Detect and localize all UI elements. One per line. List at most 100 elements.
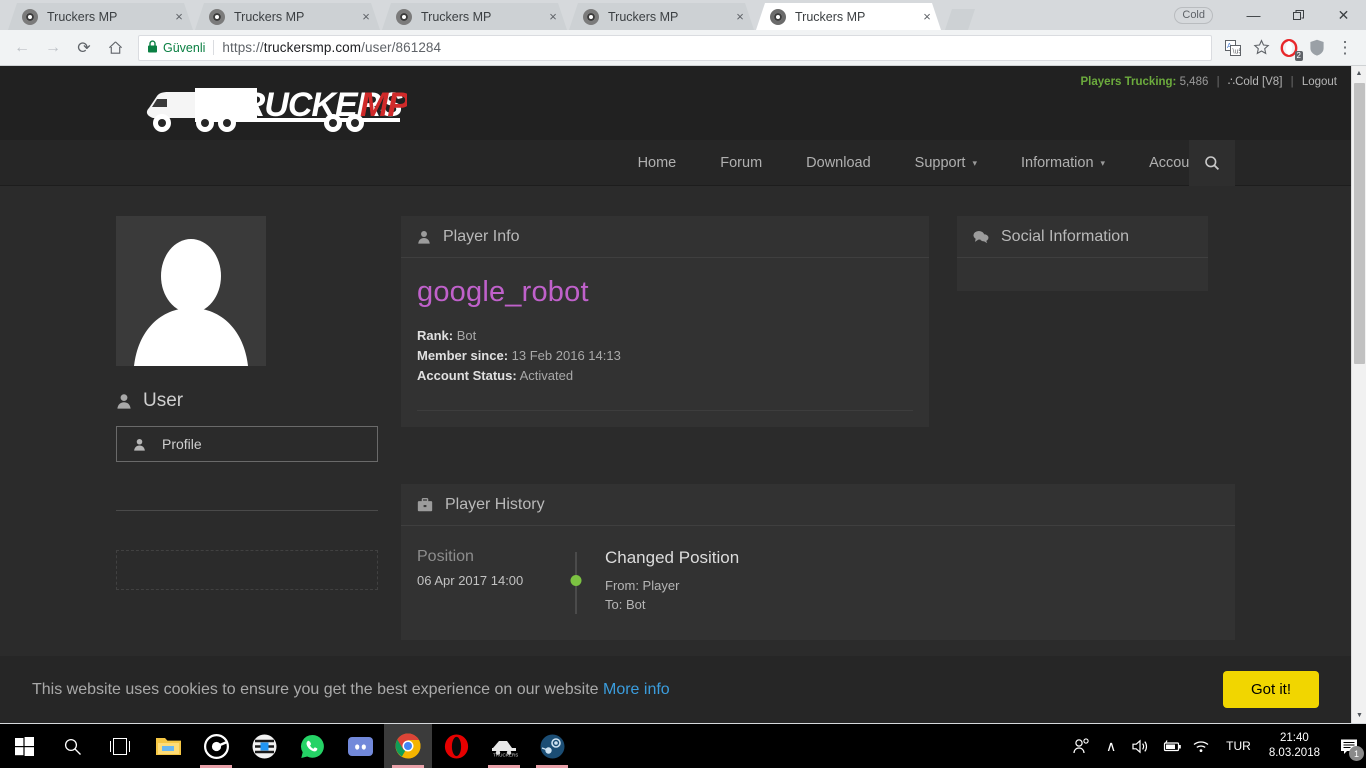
history-entry: Position 06 Apr 2017 14:00 Changed Posit… — [401, 542, 1235, 640]
action-center-button[interactable]: 1 — [1332, 724, 1366, 768]
nav-item-forum[interactable]: Forum — [698, 140, 784, 186]
user-icon — [134, 438, 145, 451]
user-icon — [117, 394, 131, 409]
browser-tab-5-active[interactable]: Truckers MP × — [756, 3, 941, 30]
comment-icon — [973, 230, 989, 243]
nav-item-home[interactable]: Home — [616, 140, 699, 186]
volume-icon[interactable] — [1126, 724, 1156, 768]
chrome-taskbar-button[interactable] — [384, 724, 432, 768]
svg-text:TRUCKERSMP: TRUCKERSMP — [493, 753, 518, 758]
scrollbar-up-arrow[interactable]: ▲ — [1352, 66, 1366, 81]
battery-icon[interactable] — [1156, 724, 1186, 768]
folder-icon — [155, 738, 181, 755]
current-user-link[interactable]: ∴Cold [V8] — [1228, 76, 1283, 88]
nav-item-information[interactable]: Information ▾ — [999, 140, 1127, 186]
lock-icon — [147, 39, 158, 56]
profile-main: Player Info google_robot Rank: Bot Membe… — [401, 216, 1235, 723]
task-view-button[interactable] — [96, 724, 144, 768]
player-history-card: Player History Position 06 Apr 2017 14:0… — [401, 484, 1235, 640]
tab-favicon — [770, 9, 786, 25]
forward-button[interactable]: → — [39, 34, 67, 62]
browser-profile-chip[interactable]: Cold — [1174, 6, 1213, 24]
browser-tab-2[interactable]: Truckers MP × — [195, 3, 380, 30]
bookmark-star-icon[interactable] — [1248, 35, 1274, 61]
truck-icon: TRUCKERSMP — [492, 741, 518, 758]
player-field-member-since: Member since: 13 Feb 2016 14:13 — [417, 346, 913, 366]
tab-close-icon[interactable]: × — [358, 9, 374, 25]
taskbar-search-button[interactable] — [48, 724, 96, 768]
clock[interactable]: 21:40 8.03.2018 — [1261, 731, 1332, 761]
browser-tab-3[interactable]: Truckers MP × — [382, 3, 567, 30]
utility-separator-2: | — [1290, 76, 1294, 88]
scrollbar-down-arrow[interactable]: ▼ — [1352, 708, 1366, 723]
field-label: Member since: — [417, 348, 509, 363]
window-minimize-button[interactable]: — — [1231, 0, 1276, 30]
back-button[interactable]: ← — [8, 34, 36, 62]
chevron-down-icon: ▾ — [1100, 157, 1106, 168]
tab-title: Truckers MP — [421, 9, 492, 24]
cookie-consent-banner: This website uses cookies to ensure you … — [0, 656, 1351, 723]
browser-tab-1[interactable]: Truckers MP × — [8, 3, 193, 30]
social-info-column: Social Information — [957, 216, 1208, 313]
whatsapp-button[interactable] — [288, 724, 336, 768]
grid-app-button[interactable] — [240, 724, 288, 768]
people-icon[interactable] — [1066, 724, 1096, 768]
cookie-more-info-link[interactable]: More info — [603, 681, 670, 698]
task-view-icon — [110, 737, 130, 755]
window-maximize-button[interactable] — [1276, 0, 1321, 30]
shield-extension-icon[interactable] — [1304, 35, 1330, 61]
window-close-button[interactable]: ✕ — [1321, 0, 1366, 30]
address-bar[interactable]: Güvenli https://truckersmp.com/user/8612… — [138, 34, 1212, 61]
tab-close-icon[interactable]: × — [171, 9, 187, 25]
top-cards-row: Player Info google_robot Rank: Bot Membe… — [401, 216, 1235, 449]
page-scrollbar[interactable]: ▲ ▼ — [1351, 66, 1366, 723]
player-history-card-header: Player History — [401, 484, 1235, 526]
history-entry-type: Position — [417, 548, 474, 565]
steam-taskbar-button[interactable] — [528, 724, 576, 768]
discord-icon — [347, 736, 373, 756]
keyboard-language-indicator[interactable]: TUR — [1216, 739, 1261, 753]
chrome-menu-button[interactable]: ⋮ — [1332, 35, 1358, 61]
logout-link[interactable]: Logout — [1302, 76, 1337, 88]
home-button[interactable] — [101, 34, 129, 62]
opera-extension-icon[interactable]: 2 — [1276, 35, 1303, 61]
social-information-card-body — [957, 258, 1208, 291]
file-explorer-button[interactable] — [144, 724, 192, 768]
scrollbar-thumb[interactable] — [1354, 83, 1365, 364]
start-button[interactable] — [0, 724, 48, 768]
history-entry-meta: Position 06 Apr 2017 14:00 — [417, 548, 563, 614]
nav-label: Support — [914, 155, 966, 171]
tab-close-icon[interactable]: × — [732, 9, 748, 25]
player-info-card: Player Info google_robot Rank: Bot Membe… — [401, 216, 929, 427]
tab-close-icon[interactable]: × — [545, 9, 561, 25]
site-logo[interactable]: TRUCKERS MP — [135, 82, 411, 143]
browser-tab-4[interactable]: Truckers MP × — [569, 3, 754, 30]
translate-icon[interactable]: A\u5b57 — [1220, 35, 1246, 61]
tab-title: Truckers MP — [47, 9, 118, 24]
circle-app-button[interactable] — [192, 724, 240, 768]
new-tab-button[interactable] — [945, 9, 975, 30]
player-username[interactable]: google_robot — [417, 276, 913, 309]
wifi-icon[interactable] — [1186, 724, 1216, 768]
nav-item-download[interactable]: Download — [784, 140, 893, 186]
card-title: Social Information — [1001, 227, 1130, 245]
clock-time: 21:40 — [1280, 732, 1309, 744]
secure-label: Güvenli — [163, 40, 206, 55]
field-value: Bot — [456, 328, 477, 343]
nav-item-support[interactable]: Support ▾ — [893, 140, 999, 186]
nav-search-button[interactable] — [1189, 140, 1235, 186]
sidebar-ad-placeholder — [116, 550, 378, 590]
tab-favicon — [583, 9, 599, 25]
truckersmp-page: Players Trucking: 5,486 | ∴Cold [V8] | L… — [0, 66, 1351, 723]
truckersmp-taskbar-button[interactable]: TRUCKERSMP — [480, 724, 528, 768]
field-value: Activated — [519, 368, 574, 383]
opera-taskbar-button[interactable] — [432, 724, 480, 768]
sidebar-item-profile[interactable]: Profile — [116, 426, 378, 462]
reload-button[interactable]: ⟳ — [70, 34, 98, 62]
maximize-icon — [1293, 9, 1304, 20]
sidebar-item-label: Profile — [162, 436, 202, 452]
cookie-accept-button[interactable]: Got it! — [1222, 671, 1319, 708]
discord-button[interactable] — [336, 724, 384, 768]
show-hidden-icons-chevron[interactable]: ∧ — [1096, 724, 1126, 768]
tab-close-icon[interactable]: × — [919, 9, 935, 25]
